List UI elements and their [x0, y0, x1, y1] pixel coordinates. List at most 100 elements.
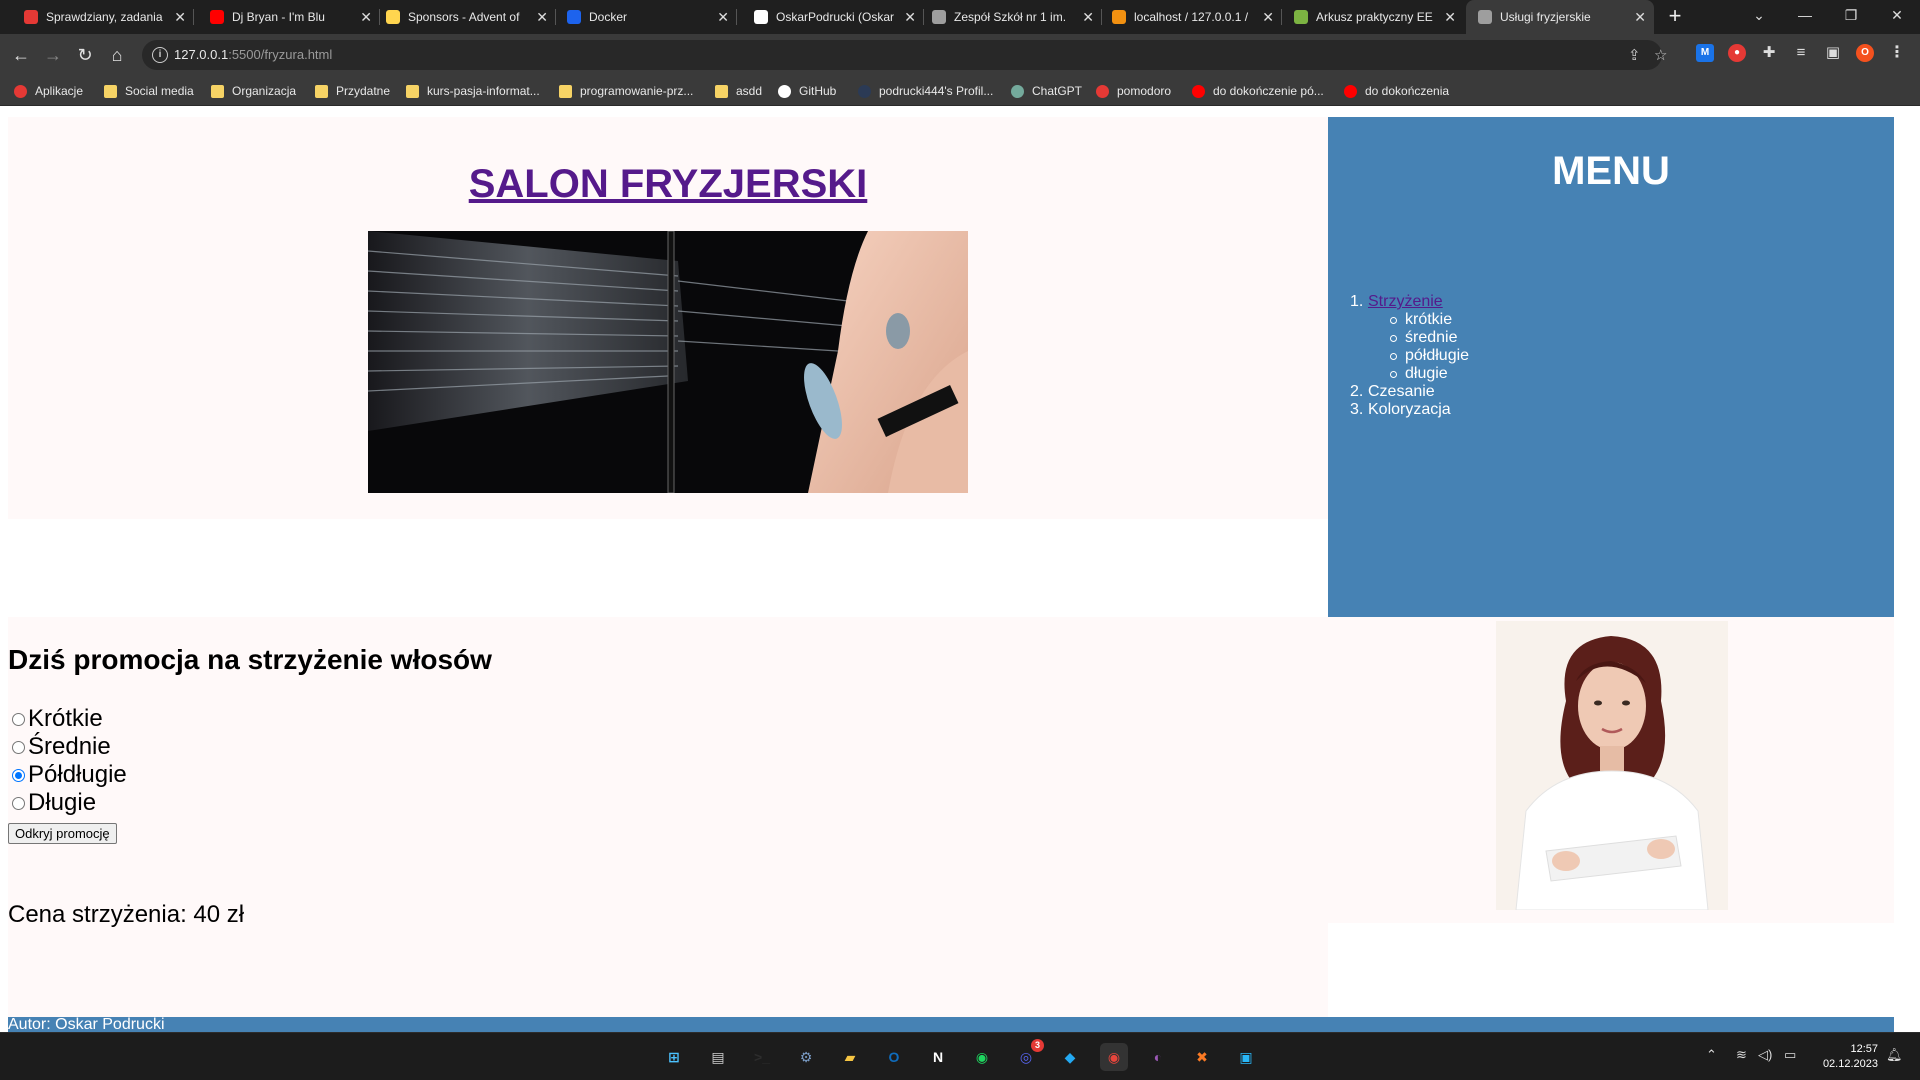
close-tab-icon[interactable]: ✕: [717, 9, 729, 26]
bookmark-item[interactable]: Social media: [104, 76, 194, 106]
extension-red-icon[interactable]: ●: [1728, 44, 1746, 62]
close-tab-icon[interactable]: ✕: [1082, 9, 1094, 26]
option-poldlugie[interactable]: Półdługie: [12, 761, 127, 789]
docker-icon: [567, 10, 581, 24]
side-panel-icon[interactable]: ▣: [1824, 44, 1842, 62]
stylist-section: [1328, 617, 1894, 923]
github-desktop-icon[interactable]: ◐: [1144, 1043, 1172, 1071]
folder-icon: [211, 84, 224, 98]
browser-tab[interactable]: Zespół Szkół nr 1 im. ✕: [920, 0, 1102, 34]
browser-tab[interactable]: Sprawdziany, zadania ✕: [12, 0, 194, 34]
profile-icon: [858, 84, 871, 98]
minimize-icon[interactable]: —: [1782, 0, 1828, 34]
close-tab-icon[interactable]: ✕: [174, 9, 186, 26]
bookmark-item[interactable]: podrucki444's Profil...: [858, 76, 993, 106]
discord-icon[interactable]: ◎ 3: [1012, 1039, 1044, 1071]
battery-icon[interactable]: ▭: [1784, 1047, 1796, 1063]
hair-length-options: Krótkie Średnie Półdługie Długie: [12, 705, 127, 817]
menu-link-strzyzenie[interactable]: Strzyżenie: [1368, 293, 1443, 311]
outlook-icon[interactable]: O: [880, 1043, 908, 1071]
bookmark-item[interactable]: do dokończenie pó...: [1192, 76, 1324, 106]
browser-tab[interactable]: localhost / 127.0.0.1 /✕: [1100, 0, 1282, 34]
globe-icon: [932, 10, 946, 24]
task-view-icon[interactable]: ▤: [704, 1043, 732, 1071]
bookmark-item[interactable]: do dokończenia: [1344, 76, 1449, 106]
star-icon: [386, 10, 400, 24]
close-window-icon[interactable]: ✕: [1874, 0, 1920, 34]
close-tab-icon[interactable]: ✕: [1634, 9, 1646, 26]
chrome-icon[interactable]: ◉: [1100, 1043, 1128, 1071]
profile-avatar[interactable]: O: [1856, 44, 1874, 62]
show-hidden-icons[interactable]: ⌃: [1706, 1047, 1717, 1063]
browser-tab-bar: Sprawdziany, zadania ✕ Dj Bryan - I'm Blu ✕…: [0, 0, 1920, 34]
home-icon[interactable]: ⌂: [105, 43, 129, 67]
bookmark-item[interactable]: asdd: [715, 76, 762, 106]
whiteboard-icon[interactable]: ▣: [1232, 1043, 1260, 1071]
close-tab-icon[interactable]: ✕: [360, 9, 372, 26]
menu-item-strzyzenie: 1. Strzyżenie: [1350, 293, 1443, 311]
share-icon[interactable]: ⇪: [1628, 46, 1641, 64]
address-bar[interactable]: i 127.0.0.1:5500/fryzura.html ⇪ ☆: [142, 40, 1667, 70]
back-icon[interactable]: ←: [9, 43, 33, 67]
option-dlugie[interactable]: Długie: [12, 789, 127, 817]
vscode-icon[interactable]: ◆: [1056, 1043, 1084, 1071]
menu-subitem: długie: [1390, 365, 1469, 383]
site-info-icon[interactable]: i: [152, 47, 168, 63]
notion-icon[interactable]: N: [924, 1043, 952, 1071]
notifications-icon[interactable]: 🔔︎: [1886, 1047, 1903, 1063]
bookmark-item[interactable]: Przydatne: [315, 76, 390, 106]
notification-badge: 3: [1031, 1039, 1044, 1052]
media-queue-icon[interactable]: ≡: [1792, 44, 1810, 62]
radio-krotkie[interactable]: [12, 712, 25, 726]
volume-icon[interactable]: ◁): [1758, 1047, 1772, 1063]
address-url[interactable]: 127.0.0.1:5500/fryzura.html: [174, 47, 332, 62]
folder-icon: [315, 84, 328, 98]
forward-icon[interactable]: →: [41, 43, 65, 67]
new-tab-button[interactable]: +: [1662, 4, 1688, 30]
extension-m-icon[interactable]: M: [1696, 44, 1714, 62]
settings-icon[interactable]: ⚙: [792, 1043, 820, 1071]
xampp-icon[interactable]: ✖: [1188, 1043, 1216, 1071]
extensions-puzzle-icon[interactable]: ✚: [1760, 44, 1778, 62]
bookmark-item[interactable]: pomodoro: [1096, 76, 1171, 106]
reveal-promo-button[interactable]: Odkryj promocję: [8, 823, 117, 844]
tab-search-icon[interactable]: ⌄: [1736, 0, 1782, 34]
folder-icon: [715, 84, 728, 98]
bookmark-item[interactable]: kurs-pasja-informat...: [406, 76, 540, 106]
close-tab-icon[interactable]: ✕: [536, 9, 548, 26]
browser-tab[interactable]: Dj Bryan - I'm Blu ✕: [198, 0, 380, 34]
browser-tab[interactable]: Usługi fryzjerskie ✕: [1466, 0, 1654, 34]
option-srednie[interactable]: Średnie: [12, 733, 127, 761]
bookmark-item[interactable]: Aplikacje: [14, 76, 83, 106]
radio-srednie[interactable]: [12, 740, 25, 754]
bookmark-star-icon[interactable]: ☆: [1654, 46, 1667, 64]
restore-icon[interactable]: ❐: [1828, 0, 1874, 34]
terminal-icon[interactable]: >_: [748, 1043, 776, 1071]
browser-tab[interactable]: Docker ✕: [555, 0, 737, 34]
apps-grid-icon: [14, 84, 27, 98]
close-tab-icon[interactable]: ✕: [1444, 9, 1456, 26]
bookmark-item[interactable]: programowanie-prz...: [559, 76, 693, 106]
bookmark-item[interactable]: ChatGPT: [1011, 76, 1082, 106]
site-title-link[interactable]: SALON FRYZJERSKI: [8, 162, 1328, 207]
reload-icon[interactable]: ↻: [73, 43, 97, 67]
wifi-icon[interactable]: ≋: [1736, 1047, 1747, 1063]
folder-icon: [406, 84, 419, 98]
radio-poldlugie[interactable]: [12, 768, 25, 782]
bookmark-item[interactable]: GitHub: [778, 76, 836, 106]
chrome-menu-icon[interactable]: ⋮: [1888, 44, 1906, 62]
close-tab-icon[interactable]: ✕: [904, 9, 916, 26]
header-section: SALON FRYZJERSKI: [8, 117, 1328, 519]
bookmark-item[interactable]: Organizacja: [211, 76, 296, 106]
spotify-icon[interactable]: ◉: [968, 1043, 996, 1071]
page-viewport: SALON FRYZJERSKI MENU 1. Strzyżenie krót…: [0, 106, 1920, 1032]
browser-tab[interactable]: Arkusz praktyczny EE ✕: [1282, 0, 1464, 34]
file-explorer-icon[interactable]: ▰: [836, 1043, 864, 1071]
radio-dlugie[interactable]: [12, 796, 25, 810]
browser-tab[interactable]: Sponsors - Advent of ✕: [374, 0, 556, 34]
windows-start-icon[interactable]: ⊞: [660, 1043, 688, 1071]
browser-tab[interactable]: OskarPodrucki (Oskar ✕: [742, 0, 924, 34]
system-clock[interactable]: 12:57 02.12.2023: [1812, 1042, 1878, 1072]
close-tab-icon[interactable]: ✕: [1262, 9, 1274, 26]
option-krotkie[interactable]: Krótkie: [12, 705, 127, 733]
